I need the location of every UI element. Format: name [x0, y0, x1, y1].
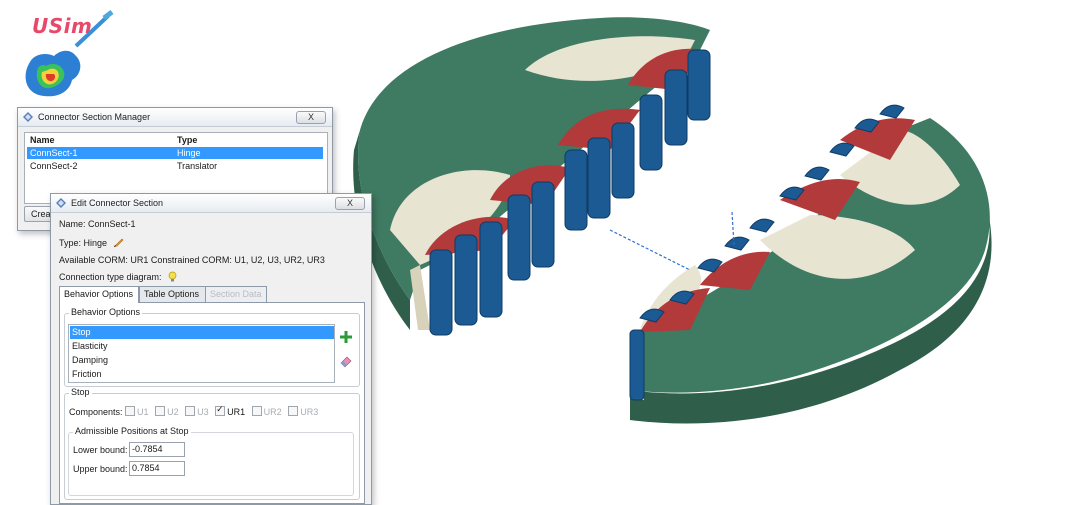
abaqus-dialog-icon — [56, 198, 66, 208]
upper-bound-input[interactable]: 0.7854 — [129, 461, 185, 476]
components-label: Components: — [69, 407, 123, 417]
row-name: ConnSect-2 — [30, 161, 78, 171]
admissible-positions-group: Admissible Positions at Stop Lower bound… — [68, 426, 354, 496]
row-type: Translator — [177, 161, 218, 171]
component-u1-checkbox[interactable]: U1 — [125, 406, 149, 417]
name-row: Name: ConnSect-1 — [59, 219, 136, 229]
type-label: Type: — [59, 238, 82, 248]
table-row[interactable]: ConnSect-2 Translator — [27, 160, 323, 172]
name-label: Name: — [59, 219, 86, 229]
stop-group-label: Stop — [69, 387, 92, 397]
behavior-options-group: Behavior Options Stop Elasticity Damping… — [64, 307, 360, 387]
type-row: Type: Hinge — [59, 237, 124, 248]
behavior-list[interactable]: Stop Elasticity Damping Friction — [68, 324, 335, 383]
behavior-options-panel: Behavior Options Stop Elasticity Damping… — [59, 302, 365, 504]
edit-title: Edit Connector Section — [71, 198, 164, 208]
stop-group: Stop Components: U1 U2 U3 UR1 UR2 UR3 Ad… — [64, 387, 360, 500]
diagram-row: Connection type diagram: — [59, 271, 178, 282]
corm-text: Available CORM: UR1 Constrained CORM: U1… — [59, 255, 325, 265]
table-row[interactable]: ConnSect-1 Hinge — [27, 147, 323, 159]
lower-bound-input[interactable]: -0.7854 — [129, 442, 185, 457]
guitar-fem-icon — [25, 10, 114, 97]
column-header-type[interactable]: Type — [177, 135, 197, 145]
lightbulb-icon[interactable] — [167, 271, 178, 282]
component-u3-checkbox[interactable]: U3 — [185, 406, 209, 417]
edit-titlebar[interactable]: Edit Connector Section X — [51, 194, 371, 213]
component-ur2-checkbox[interactable]: UR2 — [251, 406, 282, 417]
add-behavior-plus-icon[interactable] — [339, 330, 353, 344]
name-value: ConnSect-1 — [88, 219, 136, 229]
row-type: Hinge — [177, 148, 201, 158]
lower-bound-label: Lower bound: — [73, 445, 128, 455]
edit-connector-section-dialog[interactable]: Edit Connector Section X Name: ConnSect-… — [50, 193, 372, 505]
tab-section-data: Section Data — [205, 286, 267, 302]
tab-behavior-options[interactable]: Behavior Options — [59, 286, 139, 303]
manager-title: Connector Section Manager — [38, 112, 151, 122]
diagram-label: Connection type diagram: — [59, 272, 162, 282]
list-item[interactable]: Elasticity — [70, 340, 334, 353]
column-header-name[interactable]: Name — [30, 135, 55, 145]
upper-bound-label: Upper bound: — [73, 464, 128, 474]
viewport-3d-model[interactable] — [340, 0, 1080, 496]
positions-group-label: Admissible Positions at Stop — [73, 426, 191, 436]
pencil-icon[interactable] — [113, 237, 124, 248]
row-name: ConnSect-1 — [30, 148, 78, 158]
component-ur3-checkbox[interactable]: UR3 — [288, 406, 318, 417]
edit-close-button[interactable]: X — [335, 197, 365, 210]
component-ur1-checkbox[interactable]: UR1 — [215, 404, 245, 417]
abaqus-dialog-icon — [23, 112, 33, 122]
list-item[interactable]: Damping — [70, 354, 334, 367]
component-u2-checkbox[interactable]: U2 — [155, 406, 179, 417]
list-item[interactable]: Friction — [70, 368, 334, 381]
manager-titlebar[interactable]: Connector Section Manager X — [18, 108, 332, 127]
delete-behavior-eraser-icon[interactable] — [339, 354, 353, 368]
usim-logo: USim — [14, 10, 124, 105]
behavior-group-label: Behavior Options — [69, 307, 143, 317]
manager-close-button[interactable]: X — [296, 111, 326, 124]
type-value: Hinge — [83, 238, 108, 248]
components-row: Components: U1 U2 U3 UR1 UR2 UR3 — [69, 404, 322, 417]
list-item[interactable]: Stop — [70, 326, 334, 339]
tab-table-options[interactable]: Table Options — [139, 286, 207, 302]
